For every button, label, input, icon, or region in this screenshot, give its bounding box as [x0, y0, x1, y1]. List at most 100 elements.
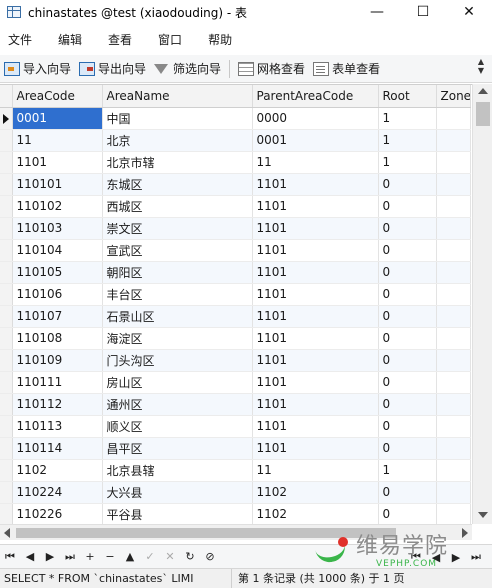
cell-parentareacode[interactable]: 1101 — [252, 305, 379, 328]
form-view-button[interactable]: 表单查看 — [309, 58, 384, 80]
cell-zone[interactable] — [436, 481, 471, 504]
vertical-scrollbar[interactable] — [472, 84, 492, 524]
cell-zone[interactable] — [436, 327, 471, 350]
cell-areaname[interactable]: 房山区 — [102, 371, 253, 394]
cell-parentareacode[interactable]: 1101 — [252, 217, 379, 240]
row-indicator[interactable] — [0, 129, 13, 152]
first-record-icon[interactable]: ⏮ — [0, 547, 20, 567]
column-header-zone[interactable]: Zone — [436, 85, 471, 108]
row-indicator[interactable] — [0, 261, 13, 284]
grid-view-button[interactable]: 网格查看 — [234, 58, 309, 80]
cell-zone[interactable] — [436, 129, 471, 152]
menu-file[interactable]: 文件 — [0, 31, 40, 48]
refresh-icon[interactable]: ↻ — [180, 547, 200, 567]
vertical-scroll-thumb[interactable] — [476, 102, 490, 126]
cell-root[interactable]: 0 — [378, 393, 437, 416]
table-row[interactable]: 110108 海淀区 1101 0 — [0, 327, 471, 350]
cell-parentareacode[interactable]: 1101 — [252, 393, 379, 416]
cell-parentareacode[interactable]: 1101 — [252, 349, 379, 372]
cell-areaname[interactable]: 宣武区 — [102, 239, 253, 262]
cell-root[interactable]: 1 — [378, 459, 437, 482]
export-wizard-button[interactable]: 导出向导 — [75, 58, 150, 80]
cell-parentareacode[interactable]: 1101 — [252, 195, 379, 218]
column-header-parentareacode[interactable]: ParentAreaCode — [252, 85, 379, 108]
cell-areacode[interactable]: 11 — [12, 129, 103, 152]
add-record-icon[interactable]: + — [80, 547, 100, 567]
delete-record-icon[interactable]: − — [100, 547, 120, 567]
cell-areaname[interactable]: 北京 — [102, 129, 253, 152]
cell-zone[interactable] — [436, 371, 471, 394]
cell-zone[interactable] — [436, 173, 471, 196]
table-row[interactable]: 110112 通州区 1101 0 — [0, 393, 471, 416]
menu-view[interactable]: 查看 — [100, 31, 140, 48]
row-indicator[interactable] — [0, 195, 13, 218]
table-row[interactable]: 110111 房山区 1101 0 — [0, 371, 471, 394]
cell-zone[interactable] — [436, 503, 471, 524]
cell-areaname[interactable]: 丰台区 — [102, 283, 253, 306]
cell-areacode[interactable]: 110113 — [12, 415, 103, 438]
cell-parentareacode[interactable]: 1101 — [252, 415, 379, 438]
cell-parentareacode[interactable]: 1102 — [252, 503, 379, 524]
cell-root[interactable]: 0 — [378, 217, 437, 240]
table-row[interactable]: 110106 丰台区 1101 0 — [0, 283, 471, 306]
cell-areacode[interactable]: 1102 — [12, 459, 103, 482]
cell-areaname[interactable]: 平谷县 — [102, 503, 253, 524]
table-row[interactable]: 110105 朝阳区 1101 0 — [0, 261, 471, 284]
column-header-areacode[interactable]: AreaCode — [12, 85, 103, 108]
cell-areacode[interactable]: 110224 — [12, 481, 103, 504]
cell-areaname[interactable]: 朝阳区 — [102, 261, 253, 284]
row-indicator[interactable] — [0, 151, 13, 174]
cell-areaname[interactable]: 崇文区 — [102, 217, 253, 240]
cell-root[interactable]: 0 — [378, 503, 437, 524]
table-row[interactable]: 110102 西城区 1101 0 — [0, 195, 471, 218]
cell-areaname[interactable]: 大兴县 — [102, 481, 253, 504]
cell-areaname[interactable]: 东城区 — [102, 173, 253, 196]
cell-areaname[interactable]: 昌平区 — [102, 437, 253, 460]
cell-root[interactable]: 0 — [378, 239, 437, 262]
cell-root[interactable]: 0 — [378, 371, 437, 394]
column-header-areaname[interactable]: AreaName — [102, 85, 253, 108]
cell-areaname[interactable]: 西城区 — [102, 195, 253, 218]
row-indicator[interactable] — [0, 503, 13, 524]
cell-areaname[interactable]: 通州区 — [102, 393, 253, 416]
table-row[interactable]: 1102 北京县辖 11 1 — [0, 459, 471, 482]
cell-parentareacode[interactable]: 1101 — [252, 283, 379, 306]
cell-parentareacode[interactable]: 0000 — [252, 107, 379, 130]
cell-root[interactable]: 1 — [378, 129, 437, 152]
cell-areacode[interactable]: 1101 — [12, 151, 103, 174]
previous-record-icon[interactable]: ◀ — [20, 547, 40, 567]
discard-changes-icon[interactable]: ✕ — [160, 547, 180, 567]
row-indicator[interactable] — [0, 415, 13, 438]
menu-window[interactable]: 窗口 — [150, 31, 190, 48]
move-up-icon[interactable]: ▲ — [120, 547, 140, 567]
table-row[interactable]: 110224 大兴县 1102 0 — [0, 481, 471, 504]
cell-zone[interactable] — [436, 349, 471, 372]
cell-parentareacode[interactable]: 11 — [252, 459, 379, 482]
cell-zone[interactable] — [436, 239, 471, 262]
table-row[interactable]: 110104 宣武区 1101 0 — [0, 239, 471, 262]
cell-areacode[interactable]: 110104 — [12, 239, 103, 262]
stop-icon[interactable]: ⊘ — [200, 547, 220, 567]
cell-areacode[interactable]: 110112 — [12, 393, 103, 416]
cell-parentareacode[interactable]: 0001 — [252, 129, 379, 152]
cell-root[interactable]: 0 — [378, 195, 437, 218]
cell-areacode[interactable]: 110103 — [12, 217, 103, 240]
column-header-root[interactable]: Root — [378, 85, 437, 108]
menu-edit[interactable]: 编辑 — [50, 31, 90, 48]
cell-root[interactable]: 0 — [378, 327, 437, 350]
cell-root[interactable]: 0 — [378, 173, 437, 196]
table-row[interactable]: 110103 崇文区 1101 0 — [0, 217, 471, 240]
next-record-icon[interactable]: ▶ — [40, 547, 60, 567]
table-row[interactable]: 110226 平谷县 1102 0 — [0, 503, 471, 524]
row-indicator[interactable] — [0, 239, 13, 262]
cell-zone[interactable] — [436, 261, 471, 284]
table-row[interactable]: 110101 东城区 1101 0 — [0, 173, 471, 196]
row-indicator[interactable] — [0, 437, 13, 460]
cell-areacode[interactable]: 110107 — [12, 305, 103, 328]
table-row[interactable]: 110107 石景山区 1101 0 — [0, 305, 471, 328]
scroll-left-arrow-icon[interactable] — [4, 528, 10, 538]
cell-zone[interactable] — [436, 393, 471, 416]
row-indicator[interactable] — [0, 305, 13, 328]
cell-zone[interactable] — [436, 459, 471, 482]
cell-zone[interactable] — [436, 305, 471, 328]
